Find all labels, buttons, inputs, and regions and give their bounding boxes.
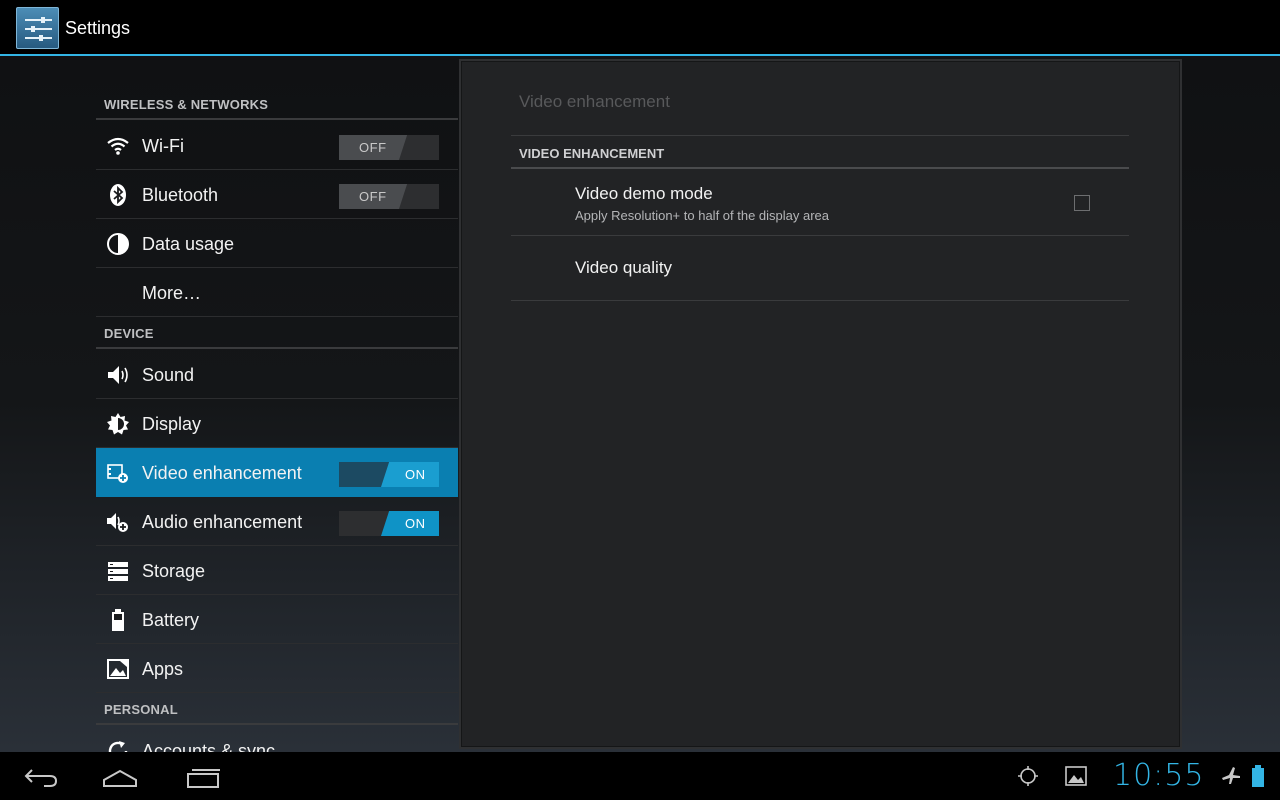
recent-apps-icon[interactable] bbox=[176, 760, 224, 794]
settings-item-video-enhancement[interactable]: Video enhancement ON bbox=[96, 448, 458, 497]
battery-icon bbox=[1246, 764, 1270, 788]
toggle-state: ON bbox=[404, 516, 426, 531]
video-demo-mode-checkbox[interactable] bbox=[1074, 195, 1090, 211]
settings-item-label: Battery bbox=[142, 610, 200, 630]
home-icon[interactable] bbox=[96, 760, 144, 794]
settings-item-wifi[interactable]: Wi-Fi OFF bbox=[96, 121, 458, 170]
display-icon bbox=[106, 412, 130, 436]
audio-enhancement-icon bbox=[106, 510, 130, 534]
clock[interactable]: 10:55 bbox=[1113, 758, 1204, 793]
settings-item-more[interactable]: More… bbox=[96, 268, 458, 317]
toggle-state: OFF bbox=[359, 189, 387, 204]
section-header-wireless: WIRELESS & NETWORKS bbox=[96, 90, 458, 120]
section-header-device: DEVICE bbox=[96, 319, 458, 349]
section-header-label: WIRELESS & NETWORKS bbox=[104, 97, 269, 112]
gallery-icon bbox=[1064, 764, 1088, 788]
battery-icon bbox=[106, 608, 130, 632]
divider bbox=[511, 135, 1129, 136]
section-header-personal: PERSONAL bbox=[96, 695, 458, 725]
app-title: Settings bbox=[65, 18, 131, 38]
bluetooth-icon bbox=[106, 183, 130, 207]
pref-video-quality[interactable]: Video quality bbox=[511, 236, 1129, 301]
settings-item-label: Apps bbox=[142, 659, 184, 679]
section-header-label: DEVICE bbox=[104, 326, 154, 341]
settings-item-label: Data usage bbox=[142, 234, 235, 254]
pref-title: Video quality bbox=[575, 258, 673, 277]
video-enhancement-icon bbox=[106, 461, 130, 485]
settings-list: WIRELESS & NETWORKS Wi-Fi OFF Bluetooth … bbox=[96, 56, 458, 752]
sync-icon bbox=[106, 739, 130, 752]
sound-icon bbox=[106, 363, 130, 387]
back-icon[interactable] bbox=[16, 760, 64, 794]
pref-video-demo-mode[interactable]: Video demo mode Apply Resolution+ to hal… bbox=[511, 171, 1129, 236]
section-header-label: VIDEO ENHANCEMENT bbox=[519, 146, 665, 161]
detail-pane: Video enhancement VIDEO ENHANCEMENT Vide… bbox=[459, 59, 1182, 749]
settings-item-label: Wi-Fi bbox=[142, 136, 184, 156]
pref-summary: Apply Resolution+ to half of the display… bbox=[575, 208, 830, 223]
settings-item-data-usage[interactable]: Data usage bbox=[96, 219, 458, 268]
detail-title: Video enhancement bbox=[519, 92, 670, 111]
settings-item-accounts-sync[interactable]: Accounts & sync bbox=[96, 726, 458, 752]
settings-item-bluetooth[interactable]: Bluetooth OFF bbox=[96, 170, 458, 219]
toggle-state: OFF bbox=[359, 140, 387, 155]
settings-item-sound[interactable]: Sound bbox=[96, 350, 458, 399]
gps-icon bbox=[1016, 764, 1040, 788]
toggle-state: ON bbox=[404, 467, 426, 482]
airplane-mode-icon bbox=[1219, 764, 1243, 788]
system-nav-bar: 10:55 bbox=[0, 752, 1280, 800]
settings-item-storage[interactable]: Storage bbox=[96, 546, 458, 595]
settings-item-label: Accounts & sync bbox=[142, 741, 276, 752]
settings-item-battery[interactable]: Battery bbox=[96, 595, 458, 644]
settings-item-display[interactable]: Display bbox=[96, 399, 458, 448]
wifi-toggle[interactable]: OFF bbox=[339, 135, 439, 160]
audio-enhancement-toggle[interactable]: ON bbox=[339, 511, 439, 536]
action-bar: Settings bbox=[0, 0, 1280, 56]
settings-item-audio-enhancement[interactable]: Audio enhancement ON bbox=[96, 497, 458, 546]
wifi-icon bbox=[106, 134, 130, 158]
storage-icon bbox=[106, 559, 130, 583]
settings-app-icon[interactable] bbox=[16, 7, 59, 49]
settings-item-label: Audio enhancement bbox=[142, 512, 303, 532]
video-enhancement-toggle[interactable]: ON bbox=[339, 462, 439, 487]
settings-item-label: Bluetooth bbox=[142, 185, 219, 205]
bluetooth-toggle[interactable]: OFF bbox=[339, 184, 439, 209]
settings-item-label: Video enhancement bbox=[142, 463, 302, 483]
detail-section-header: VIDEO ENHANCEMENT bbox=[511, 137, 1129, 169]
settings-item-label: More… bbox=[142, 283, 202, 303]
section-header-label: PERSONAL bbox=[104, 702, 178, 717]
settings-item-label: Storage bbox=[142, 561, 206, 581]
settings-item-apps[interactable]: Apps bbox=[96, 644, 458, 693]
pref-title: Video demo mode bbox=[575, 184, 713, 203]
apps-icon bbox=[106, 657, 130, 681]
settings-item-label: Display bbox=[142, 414, 202, 434]
settings-item-label: Sound bbox=[142, 365, 195, 385]
data-usage-icon bbox=[106, 232, 130, 256]
